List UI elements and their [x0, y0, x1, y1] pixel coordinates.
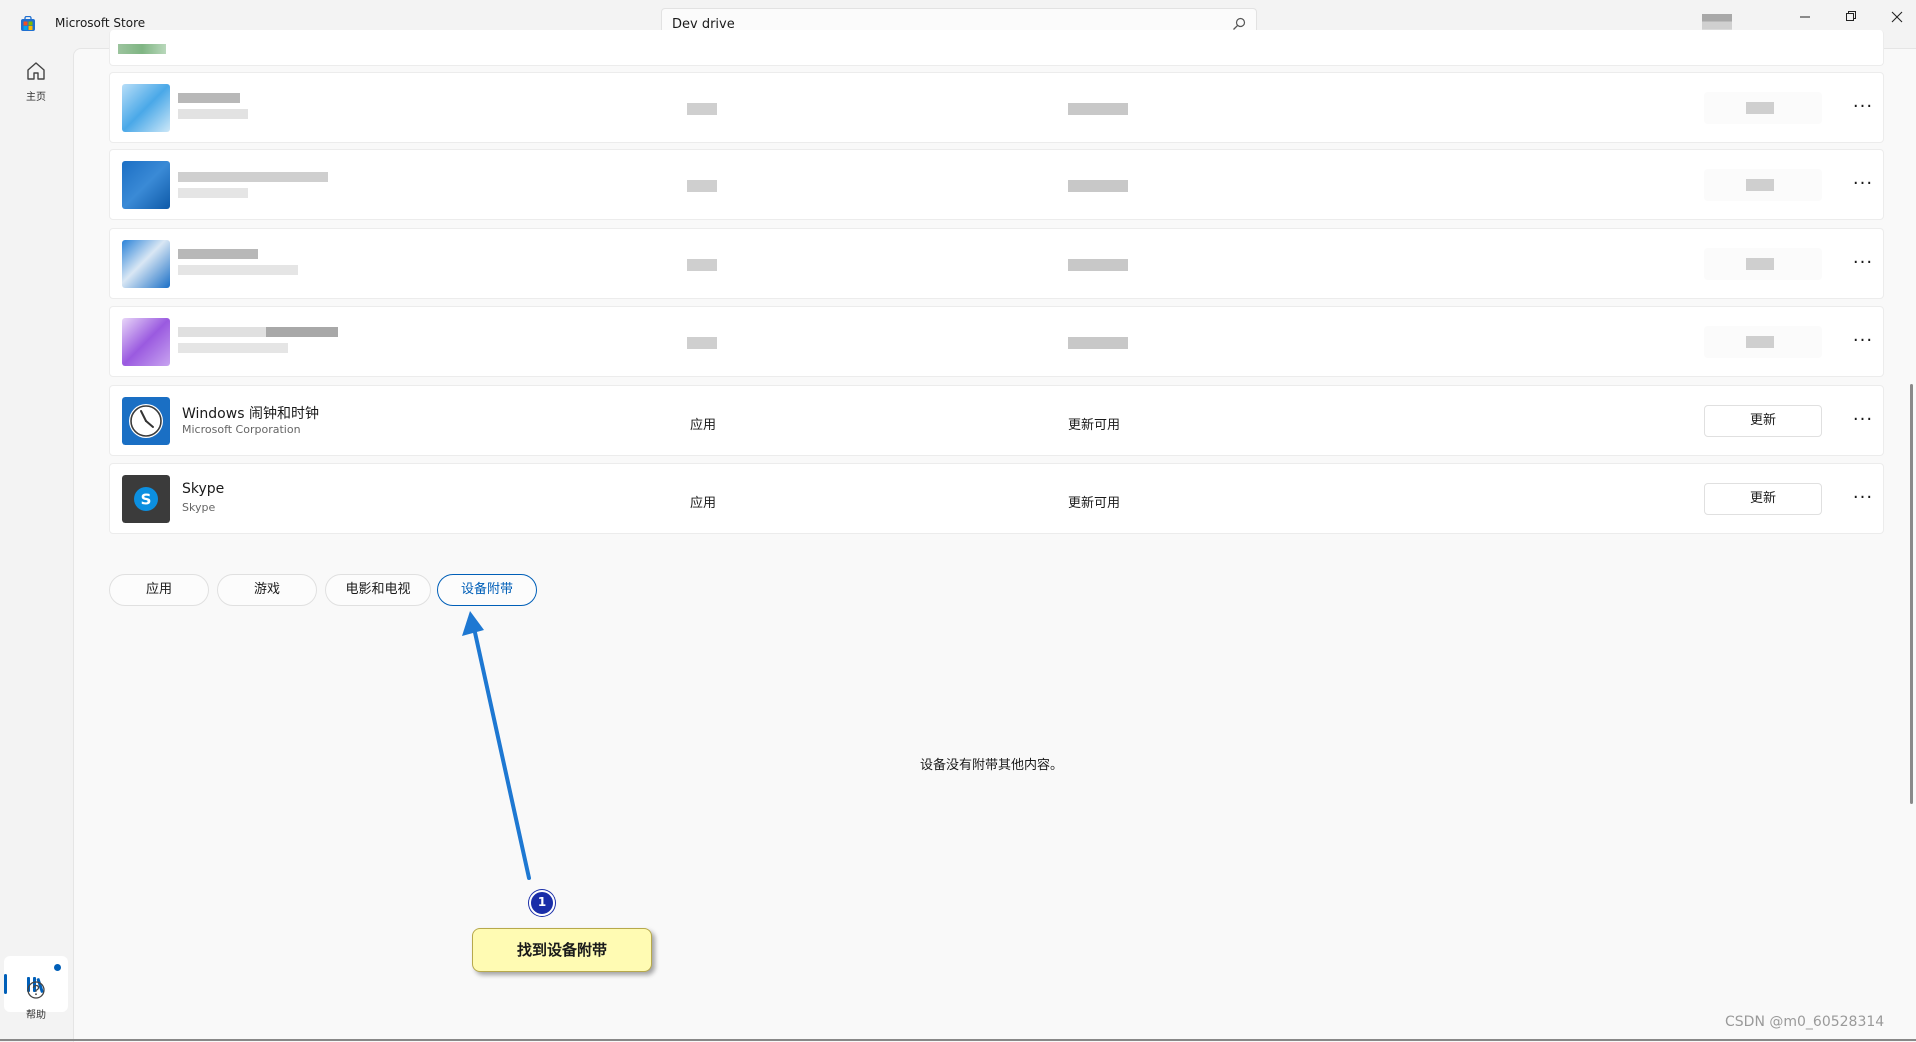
pixelated-app-icon [122, 161, 170, 209]
skype-icon: S [122, 475, 170, 523]
redacted-button[interactable] [1704, 169, 1822, 201]
tab-apps[interactable]: 应用 [109, 574, 209, 606]
empty-state-message: 设备没有附带其他内容。 [920, 758, 1064, 773]
close-icon[interactable] [1882, 6, 1912, 28]
pixelated-app-icon [122, 84, 170, 132]
redacted-text [178, 93, 240, 103]
more-options-button[interactable]: ··· [1848, 406, 1878, 436]
app-publisher: Skype [182, 501, 216, 514]
redacted-text [178, 265, 298, 275]
redacted-button[interactable] [1704, 326, 1822, 358]
more-options-button[interactable]: ··· [1848, 484, 1878, 514]
list-item[interactable]: ··· [109, 72, 1884, 143]
alarm-clock-icon [122, 397, 170, 445]
redacted-text [178, 109, 248, 119]
redacted-text [178, 188, 248, 198]
app-title: Microsoft Store [55, 16, 146, 30]
list-item[interactable]: Windows 闹钟和时钟 Microsoft Corporation 应用 更… [109, 385, 1884, 456]
redacted-text [1068, 337, 1128, 349]
redacted-text [1068, 103, 1128, 115]
sidebar-item-label: 主页 [26, 92, 46, 103]
home-icon [27, 62, 45, 80]
pixelated-app-icon [122, 318, 170, 366]
app-publisher: Microsoft Corporation [182, 423, 301, 436]
redacted-text [178, 172, 328, 182]
more-options-button[interactable]: ··· [1848, 249, 1878, 279]
redacted-text [178, 249, 258, 259]
svg-text:S: S [141, 491, 152, 509]
restore-icon[interactable] [1836, 6, 1866, 28]
search-icon[interactable] [1232, 17, 1246, 31]
more-options-button[interactable]: ··· [1848, 327, 1878, 357]
scrollbar[interactable] [1910, 384, 1913, 804]
update-status: 更新可用 [1068, 418, 1121, 433]
tab-games[interactable]: 游戏 [217, 574, 317, 606]
pixelated-app-icon [122, 240, 170, 288]
notification-badge [54, 964, 61, 971]
redacted-button[interactable] [1704, 92, 1822, 124]
sidebar-item-help[interactable]: 帮助 [6, 980, 66, 1021]
redacted-text [687, 180, 717, 192]
redacted-text [178, 343, 288, 353]
list-item[interactable]: S Skype Skype 应用 更新可用 更新 ··· [109, 463, 1884, 534]
more-options-button[interactable]: ··· [1848, 93, 1878, 123]
redacted-text [178, 327, 338, 337]
tab-included-with-device[interactable]: 设备附带 [437, 574, 537, 606]
redacted-text [687, 103, 717, 115]
navigation-sidebar: 主页 帮助 [0, 48, 72, 1041]
sidebar-item-home[interactable]: 主页 [6, 60, 66, 103]
redacted-text [687, 337, 717, 349]
more-options-button[interactable]: ··· [1848, 170, 1878, 200]
app-type: 应用 [690, 496, 717, 511]
redacted-button[interactable] [1704, 248, 1822, 280]
step-number-badge: 1 [529, 890, 555, 916]
redacted-text [1068, 180, 1128, 192]
app-name[interactable]: Windows 闹钟和时钟 [182, 403, 319, 423]
help-icon [27, 981, 45, 999]
list-item[interactable]: ··· [109, 306, 1884, 377]
sidebar-item-label: 帮助 [26, 1010, 46, 1021]
annotation-callout: 找到设备附带 [472, 928, 652, 972]
update-button[interactable]: 更新 [1704, 405, 1822, 437]
list-item[interactable]: ··· [109, 228, 1884, 299]
app-type: 应用 [690, 418, 717, 433]
update-button[interactable]: 更新 [1704, 483, 1822, 515]
update-status: 更新可用 [1068, 496, 1121, 511]
redacted-text [1068, 259, 1128, 271]
pixelated-app-icon [118, 44, 166, 54]
list-item[interactable]: ··· [109, 149, 1884, 220]
microsoft-store-logo-icon [21, 16, 35, 31]
tab-movies-tv[interactable]: 电影和电视 [325, 574, 431, 606]
minimize-icon[interactable] [1790, 6, 1820, 28]
redacted-text [687, 259, 717, 271]
watermark: CSDN @m0_60528314 [1725, 1014, 1885, 1030]
list-item[interactable] [109, 30, 1884, 66]
app-name[interactable]: Skype [182, 481, 224, 497]
